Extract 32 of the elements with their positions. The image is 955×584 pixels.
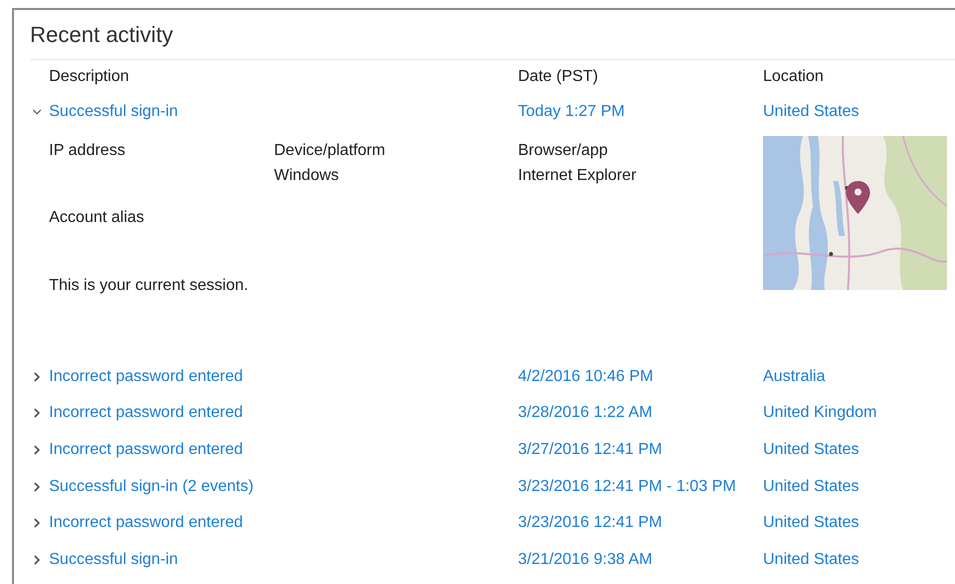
event-date: 3/21/2016 9:38 AM: [518, 550, 652, 568]
detail-label: IP address: [49, 140, 126, 161]
event-location: United States: [763, 440, 860, 460]
event-link[interactable]: Incorrect password entered: [49, 401, 243, 426]
panel-title: Recent activity: [30, 21, 174, 49]
event-location: Australia: [763, 366, 826, 387]
detail-value: Internet Explorer: [518, 166, 636, 186]
event-date: 4/2/2016 10:46 PM: [518, 368, 654, 385]
event-date: 3/23/2016 12:41 PM: [518, 514, 662, 532]
detail-label: Account alias: [49, 208, 144, 226]
event-link[interactable]: Successful sign-in: [49, 100, 178, 124]
event-date: 3/27/2016 12:41 PM: [518, 441, 662, 458]
detail-label: Device/platform: [274, 140, 386, 161]
column-header: Location: [763, 68, 824, 85]
event-location: United States: [763, 102, 860, 122]
event-link[interactable]: Successful sign-in (2 events): [49, 474, 254, 499]
event-link[interactable]: Incorrect password entered: [49, 511, 243, 536]
event-link[interactable]: Incorrect password entered: [49, 438, 243, 462]
column-header: Date (PST): [518, 68, 598, 85]
detail-label: Browser/app: [518, 140, 608, 161]
event-location: United States: [763, 550, 860, 570]
session-note: This is your current session.: [49, 276, 248, 294]
detail-value: Windows: [274, 166, 339, 186]
event-location: United Kingdom: [763, 403, 877, 424]
event-link[interactable]: Successful sign-in: [49, 548, 178, 572]
event-date: 3/23/2016 12:41 PM - 1:03 PM: [518, 478, 736, 495]
event-location: United States: [763, 476, 860, 497]
column-header: Description: [49, 68, 130, 85]
event-link[interactable]: Incorrect password entered: [49, 364, 243, 389]
event-date: Today 1:27 PM: [518, 103, 625, 120]
event-date: 3/28/2016 1:22 AM: [518, 404, 652, 422]
event-location: United States: [763, 513, 860, 534]
